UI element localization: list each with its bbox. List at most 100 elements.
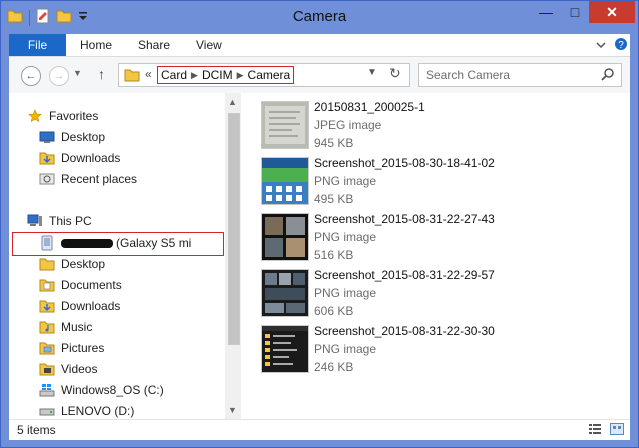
title-bar: Camera — □ ✕ — [1, 1, 638, 34]
desktop-icon — [39, 129, 55, 145]
file-size: 516 KB — [314, 248, 354, 262]
nav-label: This PC — [49, 214, 92, 228]
file-type: PNG image — [314, 230, 377, 244]
nav-label: Downloads — [61, 151, 121, 165]
close-button[interactable]: ✕ — [589, 1, 635, 23]
nav-desktop[interactable]: Desktop — [39, 254, 105, 274]
file-size: 606 KB — [314, 304, 354, 318]
nav-drive-d[interactable]: LENOVO (D:) — [39, 401, 134, 419]
content-area: Favorites Desktop Downloads Recent place… — [9, 93, 630, 419]
screenshot-thumbnail — [261, 213, 309, 261]
file-name: Screenshot_2015-08-30-18-41-02 — [314, 156, 495, 170]
nav-music[interactable]: Music — [39, 317, 92, 337]
nav-fav-downloads[interactable]: Downloads — [39, 148, 120, 168]
svg-text:?: ? — [618, 40, 624, 51]
photo-thumbnail — [261, 101, 309, 149]
maximize-button[interactable]: □ — [560, 1, 590, 23]
file-size: 246 KB — [314, 360, 354, 374]
breadcrumb-overflow[interactable]: « — [145, 67, 152, 81]
chevron-right-icon[interactable]: ▶ — [191, 70, 198, 81]
file-item[interactable]: Screenshot_2015-08-31-22-27-43 PNG image… — [261, 212, 621, 267]
nav-label: Downloads — [61, 299, 121, 313]
tab-share[interactable]: Share — [138, 38, 170, 52]
file-item[interactable]: Screenshot_2015-08-31-22-29-57 PNG image… — [261, 268, 621, 323]
address-bar[interactable]: « Card ▶ DCIM ▶ Camera ▼ ↻ — [118, 63, 410, 87]
nav-pictures[interactable]: Pictures — [39, 338, 104, 358]
file-name: Screenshot_2015-08-31-22-30-30 — [314, 324, 495, 338]
expand-ribbon-icon[interactable] — [596, 39, 606, 53]
search-icon[interactable] — [601, 67, 615, 84]
tab-file[interactable]: File — [9, 34, 66, 56]
recent-places-icon — [39, 171, 55, 187]
nav-favorites[interactable]: Favorites — [27, 106, 98, 126]
ribbon-controls: ? — [596, 37, 628, 54]
status-bar: 5 items — [9, 419, 630, 440]
file-type: PNG image — [314, 286, 377, 300]
tab-home[interactable]: Home — [80, 38, 112, 52]
file-item[interactable]: Screenshot_2015-08-30-18-41-02 PNG image… — [261, 156, 621, 211]
nav-label: Desktop — [61, 257, 106, 271]
back-button[interactable]: ← — [21, 66, 41, 86]
help-icon[interactable]: ? — [614, 37, 628, 54]
nav-device-galaxy[interactable]: (Galaxy S5 mi — [39, 233, 191, 253]
nav-downloads[interactable]: Downloads — [39, 296, 120, 316]
screenshot-thumbnail — [261, 325, 309, 373]
nav-label: Music — [61, 320, 93, 334]
minimize-button[interactable]: — — [531, 1, 561, 23]
screenshot-thumbnail — [261, 157, 309, 205]
breadcrumb-camera[interactable]: Camera — [248, 68, 291, 82]
item-count: 5 items — [17, 423, 56, 437]
documents-folder-icon — [39, 277, 55, 293]
pictures-folder-icon — [39, 340, 55, 356]
nav-this-pc[interactable]: This PC — [27, 211, 92, 231]
file-name: Screenshot_2015-08-31-22-29-57 — [314, 268, 495, 282]
folder-icon — [39, 256, 55, 272]
chevron-right-icon[interactable]: ▶ — [237, 70, 244, 81]
nav-label: Pictures — [61, 341, 105, 355]
details-view-icon[interactable] — [588, 423, 602, 438]
up-arrow-icon[interactable]: ↑ — [98, 66, 105, 82]
nav-fav-recent-places[interactable]: Recent places — [39, 169, 137, 189]
nav-documents[interactable]: Documents — [39, 275, 122, 295]
file-size: 945 KB — [314, 136, 354, 150]
view-switcher — [588, 423, 624, 438]
file-size: 495 KB — [314, 192, 354, 206]
tab-view[interactable]: View — [196, 38, 222, 52]
drive-icon — [39, 403, 55, 419]
forward-button[interactable]: → — [49, 66, 69, 86]
scroll-down-icon[interactable]: ▼ — [228, 405, 237, 415]
nav-scrollbar[interactable]: ▲ ▼ — [225, 93, 241, 419]
nav-label: Videos — [61, 362, 98, 376]
windows-drive-icon — [39, 382, 55, 398]
nav-label: Favorites — [49, 109, 99, 123]
downloads-folder-icon — [39, 298, 55, 314]
computer-icon — [27, 213, 43, 229]
breadcrumb-dcim[interactable]: DCIM — [202, 68, 233, 82]
music-folder-icon — [39, 319, 55, 335]
nav-label: (Galaxy S5 mi — [116, 236, 192, 250]
recent-locations-icon[interactable]: ▼ — [73, 68, 82, 78]
star-icon — [27, 108, 43, 124]
nav-label: Documents — [61, 278, 122, 292]
nav-fav-desktop[interactable]: Desktop — [39, 127, 105, 147]
screenshot-thumbnail — [261, 269, 309, 317]
search-box[interactable]: Search Camera — [418, 63, 622, 87]
refresh-icon[interactable]: ↻ — [389, 65, 401, 82]
scroll-up-icon[interactable]: ▲ — [228, 97, 237, 107]
file-name: Screenshot_2015-08-31-22-27-43 — [314, 212, 495, 226]
chevron-down-icon[interactable]: ▼ — [367, 67, 377, 78]
large-icons-view-icon[interactable] — [610, 423, 624, 438]
file-item[interactable]: 20150831_200025-1 JPEG image 945 KB — [261, 100, 621, 155]
ribbon: File Home Share View ? — [9, 34, 630, 57]
redacted-device-name — [61, 238, 113, 248]
scrollbar-thumb[interactable] — [228, 113, 240, 345]
file-type: PNG image — [314, 342, 377, 356]
file-item[interactable]: Screenshot_2015-08-31-22-30-30 PNG image… — [261, 324, 621, 379]
file-name: 20150831_200025-1 — [314, 100, 425, 114]
nav-label: LENOVO (D:) — [61, 404, 135, 418]
file-list: 20150831_200025-1 JPEG image 945 KB Scre… — [249, 93, 629, 419]
nav-drive-c[interactable]: Windows8_OS (C:) — [39, 380, 164, 400]
search-placeholder: Search Camera — [426, 68, 511, 82]
breadcrumb-card[interactable]: Card — [161, 68, 187, 82]
nav-videos[interactable]: Videos — [39, 359, 97, 379]
